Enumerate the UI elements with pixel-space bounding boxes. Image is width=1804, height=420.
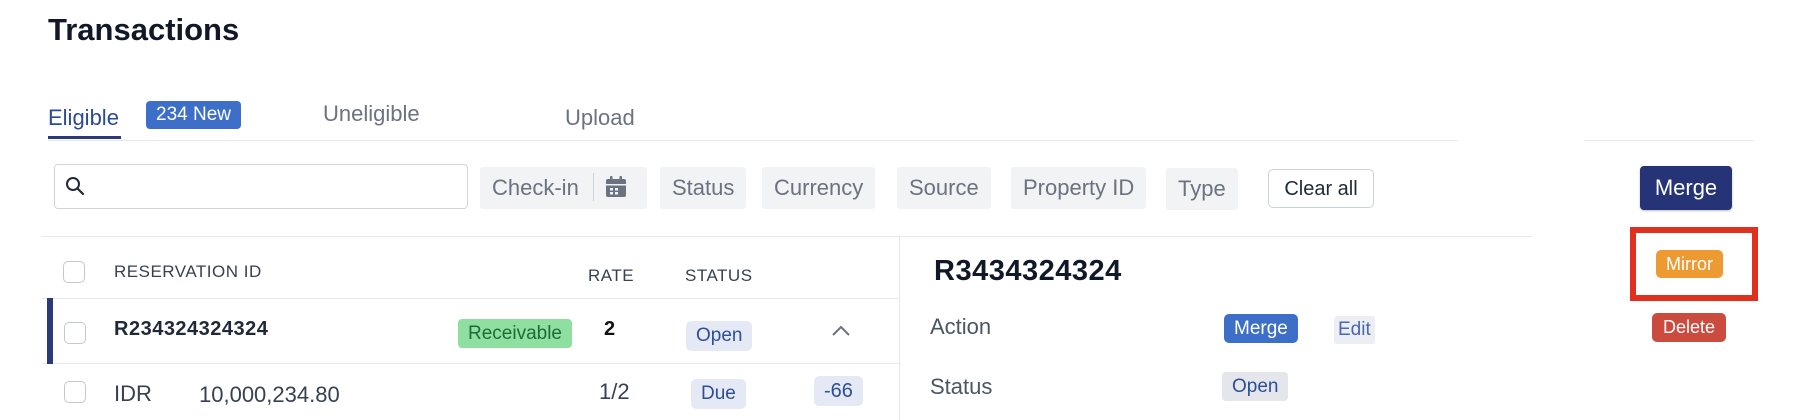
tab-upload[interactable]: Upload [565, 105, 635, 131]
page-title: Transactions [48, 12, 240, 47]
checkin-filter-label: Check-in [492, 175, 579, 200]
column-header-status: STATUS [685, 266, 753, 285]
panel-divider [899, 236, 900, 420]
calendar-icon [605, 176, 626, 198]
highlight-box [1630, 227, 1758, 301]
status-badge: Open [686, 321, 753, 351]
select-all-checkbox[interactable] [63, 261, 85, 283]
status-label: Status [930, 374, 993, 399]
search-input[interactable] [54, 164, 468, 209]
search-icon [66, 177, 85, 196]
type-filter[interactable]: Type [1166, 168, 1238, 210]
column-header-rate: RATE [588, 266, 635, 285]
receivable-tag: Receivable [458, 319, 572, 348]
checkin-filter[interactable]: Check-in [480, 167, 647, 209]
reservation-id[interactable]: R234324324324 [114, 318, 268, 341]
action-merge-button[interactable]: Merge [1224, 314, 1298, 343]
row-divider [42, 363, 899, 364]
rate-value: 1/2 [599, 379, 630, 404]
selected-row-indicator [47, 298, 53, 364]
status-badge: Due [691, 379, 746, 409]
source-filter[interactable]: Source [897, 167, 991, 209]
merge-button[interactable]: Merge [1640, 166, 1732, 210]
tabs-divider [1584, 140, 1754, 141]
delta-badge: -66 [814, 376, 863, 406]
action-edit-button[interactable]: Edit [1334, 316, 1375, 344]
header-divider [42, 298, 899, 299]
amount-value: 10,000,234.80 [199, 382, 340, 407]
currency-filter[interactable]: Currency [762, 167, 876, 209]
row-checkbox[interactable] [64, 322, 86, 344]
property-id-filter[interactable]: Property ID [1011, 167, 1147, 209]
chip-separator [592, 173, 594, 202]
action-label: Action [930, 314, 992, 339]
currency-code: IDR [114, 381, 152, 406]
table-top-divider [42, 236, 1532, 237]
delete-button[interactable]: Delete [1652, 313, 1727, 342]
tabs-divider [48, 140, 1458, 141]
tab-eligible[interactable]: Eligible [48, 105, 119, 131]
row-checkbox[interactable] [64, 381, 86, 403]
status-filter[interactable]: Status [660, 167, 747, 209]
detail-status-badge: Open [1222, 372, 1289, 401]
new-count-badge: 234 New [146, 101, 241, 129]
tab-uneligible[interactable]: Uneligible [323, 101, 420, 127]
column-header-reservation-id: RESERVATION ID [114, 262, 262, 281]
detail-reservation-id: R3434324324 [934, 255, 1122, 287]
clear-all-button[interactable]: Clear all [1268, 169, 1374, 208]
rate-value: 2 [604, 318, 616, 340]
active-tab-indicator [48, 136, 121, 139]
chevron-up-icon[interactable] [830, 322, 852, 338]
